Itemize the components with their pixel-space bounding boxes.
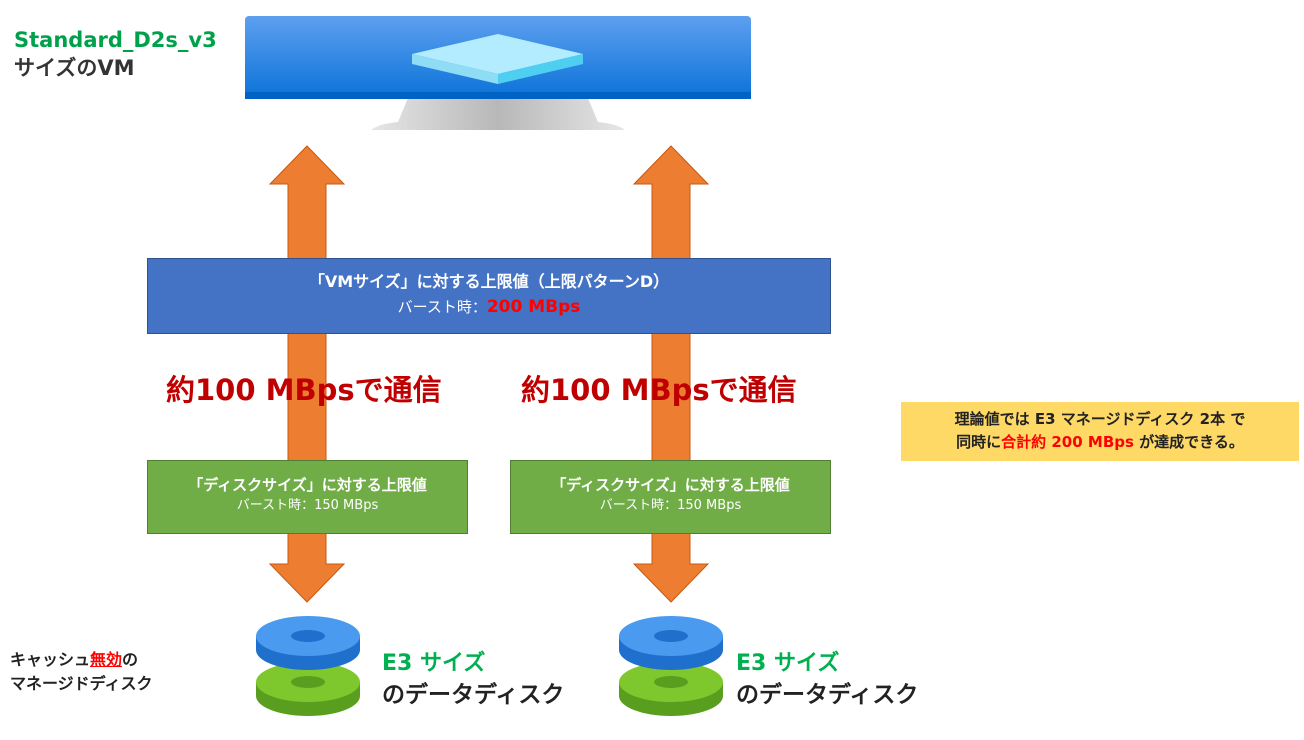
theory-note-line1: 理論値では E3 マネージドディスク 2本 で <box>954 410 1246 428</box>
disk-size-right: E3 サイズ <box>736 651 840 676</box>
disk-limit-box-right: 「ディスクサイズ」に対する上限値 バースト時：150 MBps <box>510 460 831 534</box>
comm-right-label: 約100 MBpsで通信 <box>521 373 797 407</box>
vm-desc: サイズのVM <box>14 56 135 80</box>
disk-desc-left: のデータディスク <box>382 682 565 708</box>
vm-monitor-icon <box>245 16 751 130</box>
disk-desc-right: のデータディスク <box>736 682 919 708</box>
disk-icon-right <box>619 616 723 716</box>
vm-limit-burst: バースト時：200 MBps <box>148 296 830 318</box>
cache-label-line2: マネージドディスク <box>10 674 153 693</box>
theory-note-line2-prefix: 同時に <box>956 433 1002 451</box>
vm-limit-title: 「VMサイズ」に対する上限値（上限パターンD） <box>308 272 670 291</box>
cache-label-suffix: の <box>122 650 139 669</box>
vm-sku: Standard_D2s_v3 <box>14 28 217 52</box>
vm-limit-burst-value: 200 MBps <box>486 297 581 317</box>
theory-note: 理論値では E3 マネージドディスク 2本 で 同時に合計約 200 MBps … <box>901 402 1299 461</box>
disk-limit-title-left: 「ディスクサイズ」に対する上限値 <box>188 476 427 494</box>
cache-disabled-text: 無効 <box>90 650 123 669</box>
cache-label: キャッシュ無効の マネージドディスク <box>10 648 153 696</box>
theory-note-line2: 同時に合計約 200 MBps が達成できる。 <box>901 431 1299 454</box>
disk-icon-left <box>256 616 360 716</box>
cache-label-prefix: キャッシュ <box>10 650 91 669</box>
theory-note-highlight: 合計約 200 MBps <box>1001 433 1134 451</box>
comm-left-label: 約100 MBpsで通信 <box>166 373 442 407</box>
disk-limit-burst-left: バースト時：150 MBps <box>236 498 379 513</box>
vm-limit-box: 「VMサイズ」に対する上限値（上限パターンD） バースト時：200 MBps <box>147 258 831 334</box>
disk-limit-burst-right: バースト時：150 MBps <box>599 498 742 513</box>
cache-label-line1: キャッシュ無効の <box>10 648 153 672</box>
disk-limit-title-right: 「ディスクサイズ」に対する上限値 <box>551 476 790 494</box>
disk-size-left: E3 サイズ <box>382 651 486 676</box>
vm-limit-burst-prefix: バースト時： <box>397 298 487 316</box>
theory-note-line2-suffix: が達成できる。 <box>1139 433 1244 451</box>
disk-label-left: E3 サイズ のデータディスク <box>382 649 564 711</box>
vm-label: Standard_D2s_v3 サイズのVM <box>14 26 217 82</box>
disk-limit-box-left: 「ディスクサイズ」に対する上限値 バースト時：150 MBps <box>147 460 468 534</box>
disk-label-right: E3 サイズ のデータディスク <box>736 649 918 711</box>
